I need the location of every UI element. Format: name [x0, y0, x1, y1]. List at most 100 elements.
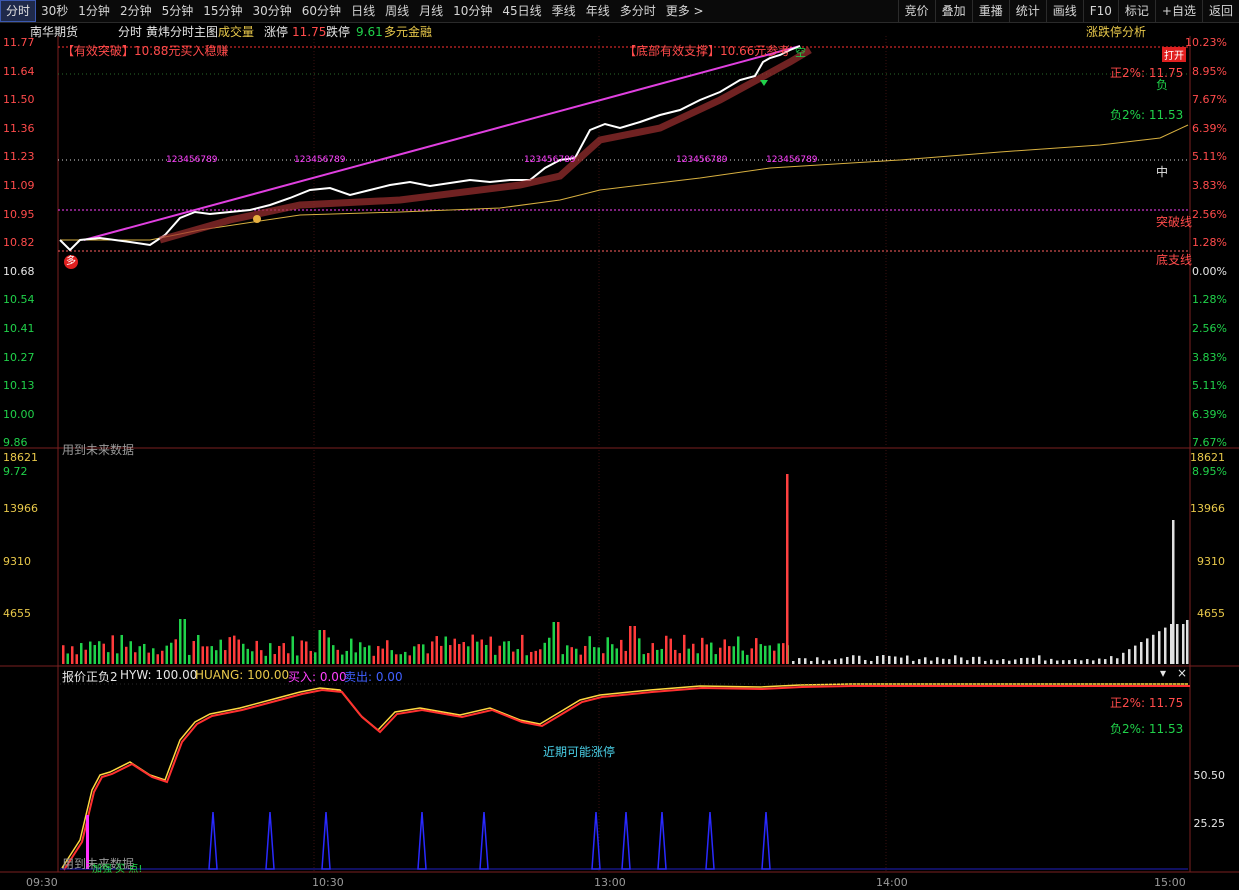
volume-bar — [1152, 634, 1155, 664]
volume-bar — [89, 641, 92, 664]
volume-bar — [782, 643, 785, 664]
volume-bar — [71, 646, 74, 664]
volume-spike-bar — [786, 474, 789, 664]
hyw-line — [63, 685, 1190, 871]
volume-bar — [332, 645, 335, 664]
volume-bar — [107, 652, 110, 664]
volume-bar — [1140, 642, 1143, 664]
volume-bar — [888, 655, 891, 664]
volume-bar — [1014, 659, 1017, 664]
volume-bar — [960, 657, 963, 664]
volume-bar — [828, 660, 831, 664]
volume-bar — [566, 645, 569, 664]
price-tick: 10.68 — [3, 264, 35, 278]
dropdown-icon[interactable]: ▾ — [1160, 666, 1166, 680]
percent-tick: 2.56% — [1192, 322, 1227, 335]
volume-bar — [350, 638, 353, 664]
percent-tick: 0.00% — [1192, 264, 1227, 278]
volume-bar — [660, 648, 663, 664]
seq-label-5: 123456789 — [766, 155, 818, 165]
volume-bar — [75, 654, 78, 664]
chart-canvas — [0, 36, 1239, 873]
volume-bar — [66, 653, 69, 664]
volume-bar — [138, 646, 141, 664]
percent-tick: 7.67% — [1192, 93, 1227, 107]
volume-bar — [386, 640, 389, 664]
volume-bar — [696, 653, 699, 664]
volume-bar — [750, 648, 753, 664]
volume-bar — [503, 641, 506, 664]
volume-bar — [705, 644, 708, 664]
volume-bar — [242, 643, 245, 664]
volume-bar — [978, 656, 981, 664]
volume-bar — [858, 655, 861, 664]
volume-bar — [1104, 659, 1107, 664]
volume-bar — [798, 658, 801, 664]
zhong-char: 中 — [1156, 165, 1169, 179]
ind-fu2-label: 负2%: 11.53 — [1110, 722, 1184, 736]
volume-bar — [1032, 657, 1035, 664]
time-1030: 10:30 — [312, 876, 344, 889]
volume-bar — [341, 654, 344, 664]
volume-bar — [521, 634, 524, 664]
time-0930: 09:30 — [26, 876, 58, 889]
volume-bar — [417, 644, 420, 664]
volume-bar — [1164, 627, 1167, 664]
price-tick: 10.82 — [3, 236, 35, 250]
buy-spike — [657, 811, 667, 870]
volume-bar — [494, 654, 497, 664]
volume-bar — [840, 658, 843, 664]
volume-bar — [683, 634, 686, 664]
volume-bar — [579, 654, 582, 664]
percent-tick: 5.11% — [1192, 379, 1227, 393]
volume-bar — [102, 643, 105, 664]
indicator-title[interactable]: 报价正负2 — [62, 668, 118, 685]
volume-bar — [710, 642, 713, 664]
volume-bar — [143, 643, 146, 664]
volume-bar — [687, 648, 690, 664]
signal-dot — [253, 215, 261, 223]
volume-bar — [152, 648, 155, 664]
price-tick: 11.77 — [3, 36, 35, 49]
volume-bar — [972, 656, 975, 664]
vol-tick-3-right: 9310 — [1197, 555, 1225, 568]
volume-bar — [834, 659, 837, 664]
buy-spike — [417, 811, 427, 870]
volume-bar — [651, 643, 654, 664]
percent-tick: 3.83% — [1192, 179, 1227, 192]
volume-bar — [237, 639, 240, 664]
volume-bar — [1098, 658, 1101, 664]
price-tick: 11.09 — [3, 179, 35, 192]
volume-bar — [1158, 631, 1161, 664]
vol-tick-4-right: 4655 — [1197, 607, 1225, 620]
huang-value: HUANG: 100.00 — [195, 668, 290, 682]
volume-bar — [990, 659, 993, 664]
volume-bar — [954, 655, 957, 664]
close-icon[interactable]: × — [1177, 666, 1187, 680]
volume-bar — [197, 634, 200, 664]
volume-bar — [876, 655, 879, 664]
volume-bar — [918, 659, 921, 664]
price-tick: 10.27 — [3, 350, 35, 364]
volume-bar — [1086, 659, 1089, 664]
price-tick: 10.95 — [3, 207, 35, 221]
volume-bar — [741, 650, 744, 664]
percent-tick: 10.23% — [1185, 36, 1227, 49]
volume-bar — [323, 630, 326, 664]
volume-bar — [327, 637, 330, 664]
volume-bar — [723, 639, 726, 664]
volume-bar — [431, 641, 434, 664]
percent-tick: 1.28% — [1192, 236, 1227, 250]
volume-bar-late — [1172, 520, 1175, 664]
volume-bar — [755, 638, 758, 664]
percent-tick: 8.95% — [1192, 64, 1227, 78]
volume-bar — [1050, 658, 1053, 664]
volume-bar — [422, 644, 425, 664]
volume-bar — [156, 654, 159, 664]
volume-bar — [822, 660, 825, 664]
volume-bar — [557, 622, 560, 664]
volume-bar — [930, 660, 933, 664]
volume-bar — [810, 660, 813, 664]
volume-bar — [777, 643, 780, 664]
volume-bar — [453, 638, 456, 664]
